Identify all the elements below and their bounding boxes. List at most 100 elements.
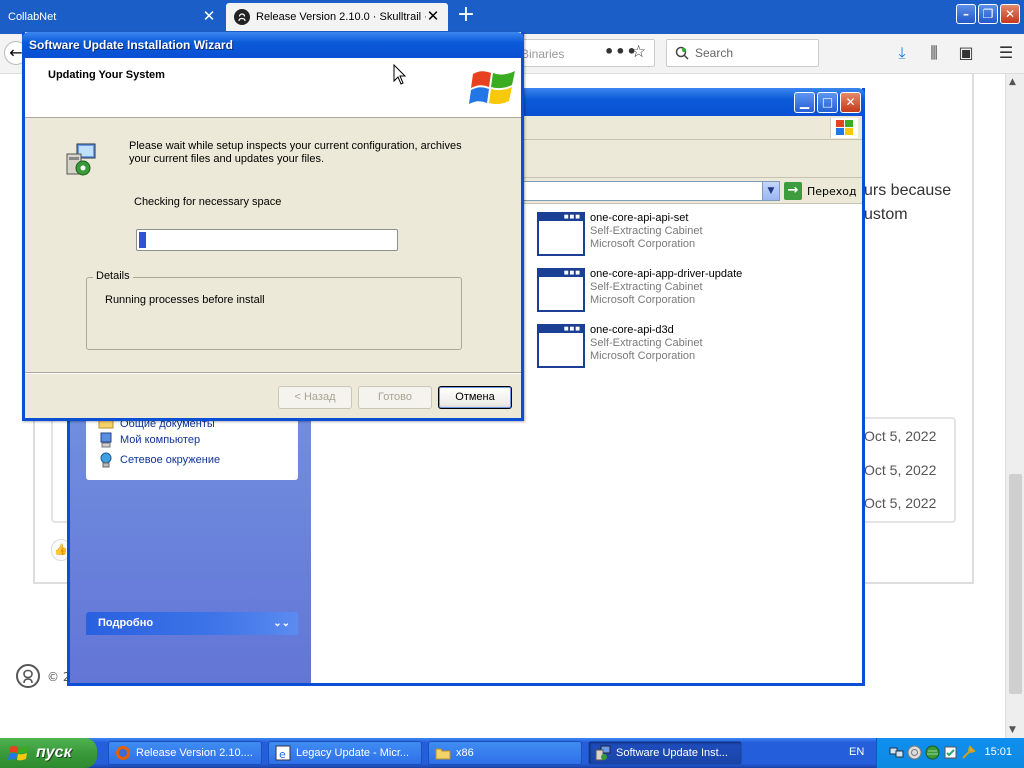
github-logo-icon (16, 664, 40, 688)
library-icon[interactable]: ⫼ (923, 42, 945, 64)
page-text-line: urs because (864, 182, 952, 199)
taskbar-item-x86[interactable]: x86 (428, 741, 582, 765)
other-places-panel: Общие документы Мой компьютер Сетевое ок… (86, 414, 298, 480)
browser-window-controls: – ❐ ✕ (956, 4, 1020, 24)
network-icon (100, 452, 112, 468)
github-icon (234, 9, 250, 25)
go-arrow-icon: → (784, 182, 802, 200)
new-tab-button[interactable]: + (456, 4, 476, 26)
wizard-title-bar[interactable]: Software Update Installation Wizard (22, 32, 524, 58)
file-company: Microsoft Corporation (590, 350, 696, 362)
task-label: Software Update Inst... (616, 747, 728, 759)
search-icon (675, 46, 689, 60)
file-item[interactable]: ■■■ one-core-api-app-driver-update Self-… (537, 268, 742, 312)
update-wizard-dialog: Software Update Installation Wizard Upda… (22, 32, 524, 421)
windows-logo-icon (469, 71, 515, 105)
file-type: Self-Extracting Cabinet (590, 225, 703, 237)
scroll-up-icon[interactable]: ▲ (1009, 77, 1016, 87)
page-scrollbar[interactable]: ▲ ▼ (1005, 74, 1024, 738)
taskbar-item-wizard[interactable]: Software Update Inst... (588, 741, 742, 765)
tab-release[interactable]: Release Version 2.10.0 · Skulltrail · ✕ (226, 3, 448, 31)
file-name: one-core-api-app-driver-update (590, 268, 743, 280)
language-indicator[interactable]: EN (849, 746, 864, 758)
url-text: Binaries (521, 47, 565, 61)
divider (25, 372, 521, 374)
svg-text:e: e (279, 748, 286, 761)
sidebar-icon[interactable]: ▣ (955, 42, 977, 64)
close-button[interactable]: ✕ (840, 92, 861, 113)
scroll-thumb[interactable] (1009, 474, 1022, 694)
maximize-button[interactable]: □ (817, 92, 838, 113)
cancel-button[interactable]: Отмена (438, 386, 512, 409)
finish-button[interactable]: Готово (358, 386, 432, 409)
tab-collabnet[interactable]: CollabNet ✕ (0, 3, 224, 31)
chevron-down-icon[interactable]: ⌄⌄ (273, 612, 290, 635)
file-name: one-core-api-d3d (590, 324, 674, 336)
details-groupbox: Details Running processes before install (86, 270, 462, 350)
network-tray-icon[interactable] (889, 745, 904, 760)
panel-item-network[interactable]: Сетевое окружение (86, 450, 298, 470)
windows-flag-icon (830, 118, 858, 138)
asset-date: Oct 5, 2022 (864, 462, 937, 478)
tab-label: Release Version 2.10.0 · Skulltrail · (256, 11, 426, 23)
task-label: Release Version 2.10.... (136, 747, 253, 759)
task-label: x86 (456, 747, 474, 759)
file-item[interactable]: ■■■ one-core-api-api-set Self-Extracting… (537, 212, 703, 256)
panel-item-label: Мой компьютер (120, 434, 201, 446)
clock: 15:01 (984, 746, 1012, 758)
search-input[interactable]: Search (666, 39, 819, 67)
tab-label: CollabNet (8, 11, 57, 23)
wizard-description: Please wait while setup inspects your cu… (129, 140, 462, 165)
system-tray: 15:01 (876, 738, 1024, 768)
start-label: пуск (36, 744, 72, 761)
explorer-window-controls: ▁ □ ✕ (794, 92, 861, 113)
asset-date: Oct 5, 2022 (864, 495, 937, 511)
wizard-status-text: Checking for necessary space (134, 196, 282, 208)
taskbar-item-firefox[interactable]: Release Version 2.10.... (108, 741, 262, 765)
file-type: Self-Extracting Cabinet (590, 337, 703, 349)
security-tray-icon[interactable] (907, 745, 922, 760)
windows-flag-icon (8, 746, 28, 761)
firefox-icon (116, 746, 130, 760)
mouse-cursor-icon (393, 64, 407, 85)
details-panel-header[interactable]: Подробно ⌄⌄ (86, 612, 298, 635)
back-button[interactable]: < Назад (278, 386, 352, 409)
file-type: Self-Extracting Cabinet (590, 281, 703, 293)
update-tray-icon[interactable] (943, 745, 958, 760)
tools-tray-icon[interactable] (961, 745, 976, 760)
minimize-button[interactable]: – (956, 4, 976, 24)
install-progress-bar (136, 229, 398, 251)
task-label: Legacy Update - Micr... (296, 747, 410, 759)
setup-icon (595, 745, 611, 761)
asset-date: Oct 5, 2022 (864, 428, 937, 444)
details-label: Details (93, 270, 133, 282)
details-panel-label: Подробно (98, 617, 154, 629)
bookmark-star-icon[interactable]: ☆ (631, 42, 646, 62)
close-button[interactable]: ✕ (1000, 4, 1020, 24)
file-item[interactable]: ■■■ one-core-api-d3d Self-Extracting Cab… (537, 324, 703, 368)
taskbar-item-legacy-update[interactable]: e Legacy Update - Micr... (268, 741, 422, 765)
details-text: Running processes before install (105, 294, 265, 306)
start-button[interactable]: пуск (0, 738, 97, 768)
address-dropdown-icon[interactable]: ▼ (762, 182, 779, 200)
browser-tab-bar: CollabNet ✕ Release Version 2.10.0 · Sku… (0, 0, 1024, 34)
minimize-button[interactable]: ▁ (794, 92, 815, 113)
restore-button[interactable]: ❐ (978, 4, 998, 24)
file-name: one-core-api-api-set (590, 212, 689, 224)
panel-item-my-computer[interactable]: Мой компьютер (86, 430, 298, 450)
taskbar: пуск Release Version 2.10.... e Legacy U… (0, 738, 1024, 768)
wizard-step-title: Updating Your System (48, 69, 165, 81)
page-text-line: ustom (864, 206, 908, 223)
go-label: Переход (807, 184, 857, 198)
file-company: Microsoft Corporation (590, 294, 696, 306)
tab-close-icon[interactable]: ✕ (426, 9, 440, 24)
setup-icon (66, 143, 96, 176)
downloads-icon[interactable]: ⤓ (891, 42, 913, 64)
scroll-down-icon[interactable]: ▼ (1009, 725, 1016, 735)
globe-tray-icon[interactable] (925, 745, 940, 760)
menu-icon[interactable]: ☰ (995, 42, 1017, 64)
file-company: Microsoft Corporation (590, 238, 696, 250)
tab-close-icon[interactable]: ✕ (202, 9, 216, 24)
cabinet-file-icon: ■■■ (537, 324, 585, 368)
go-button[interactable]: → Переход (784, 181, 857, 201)
